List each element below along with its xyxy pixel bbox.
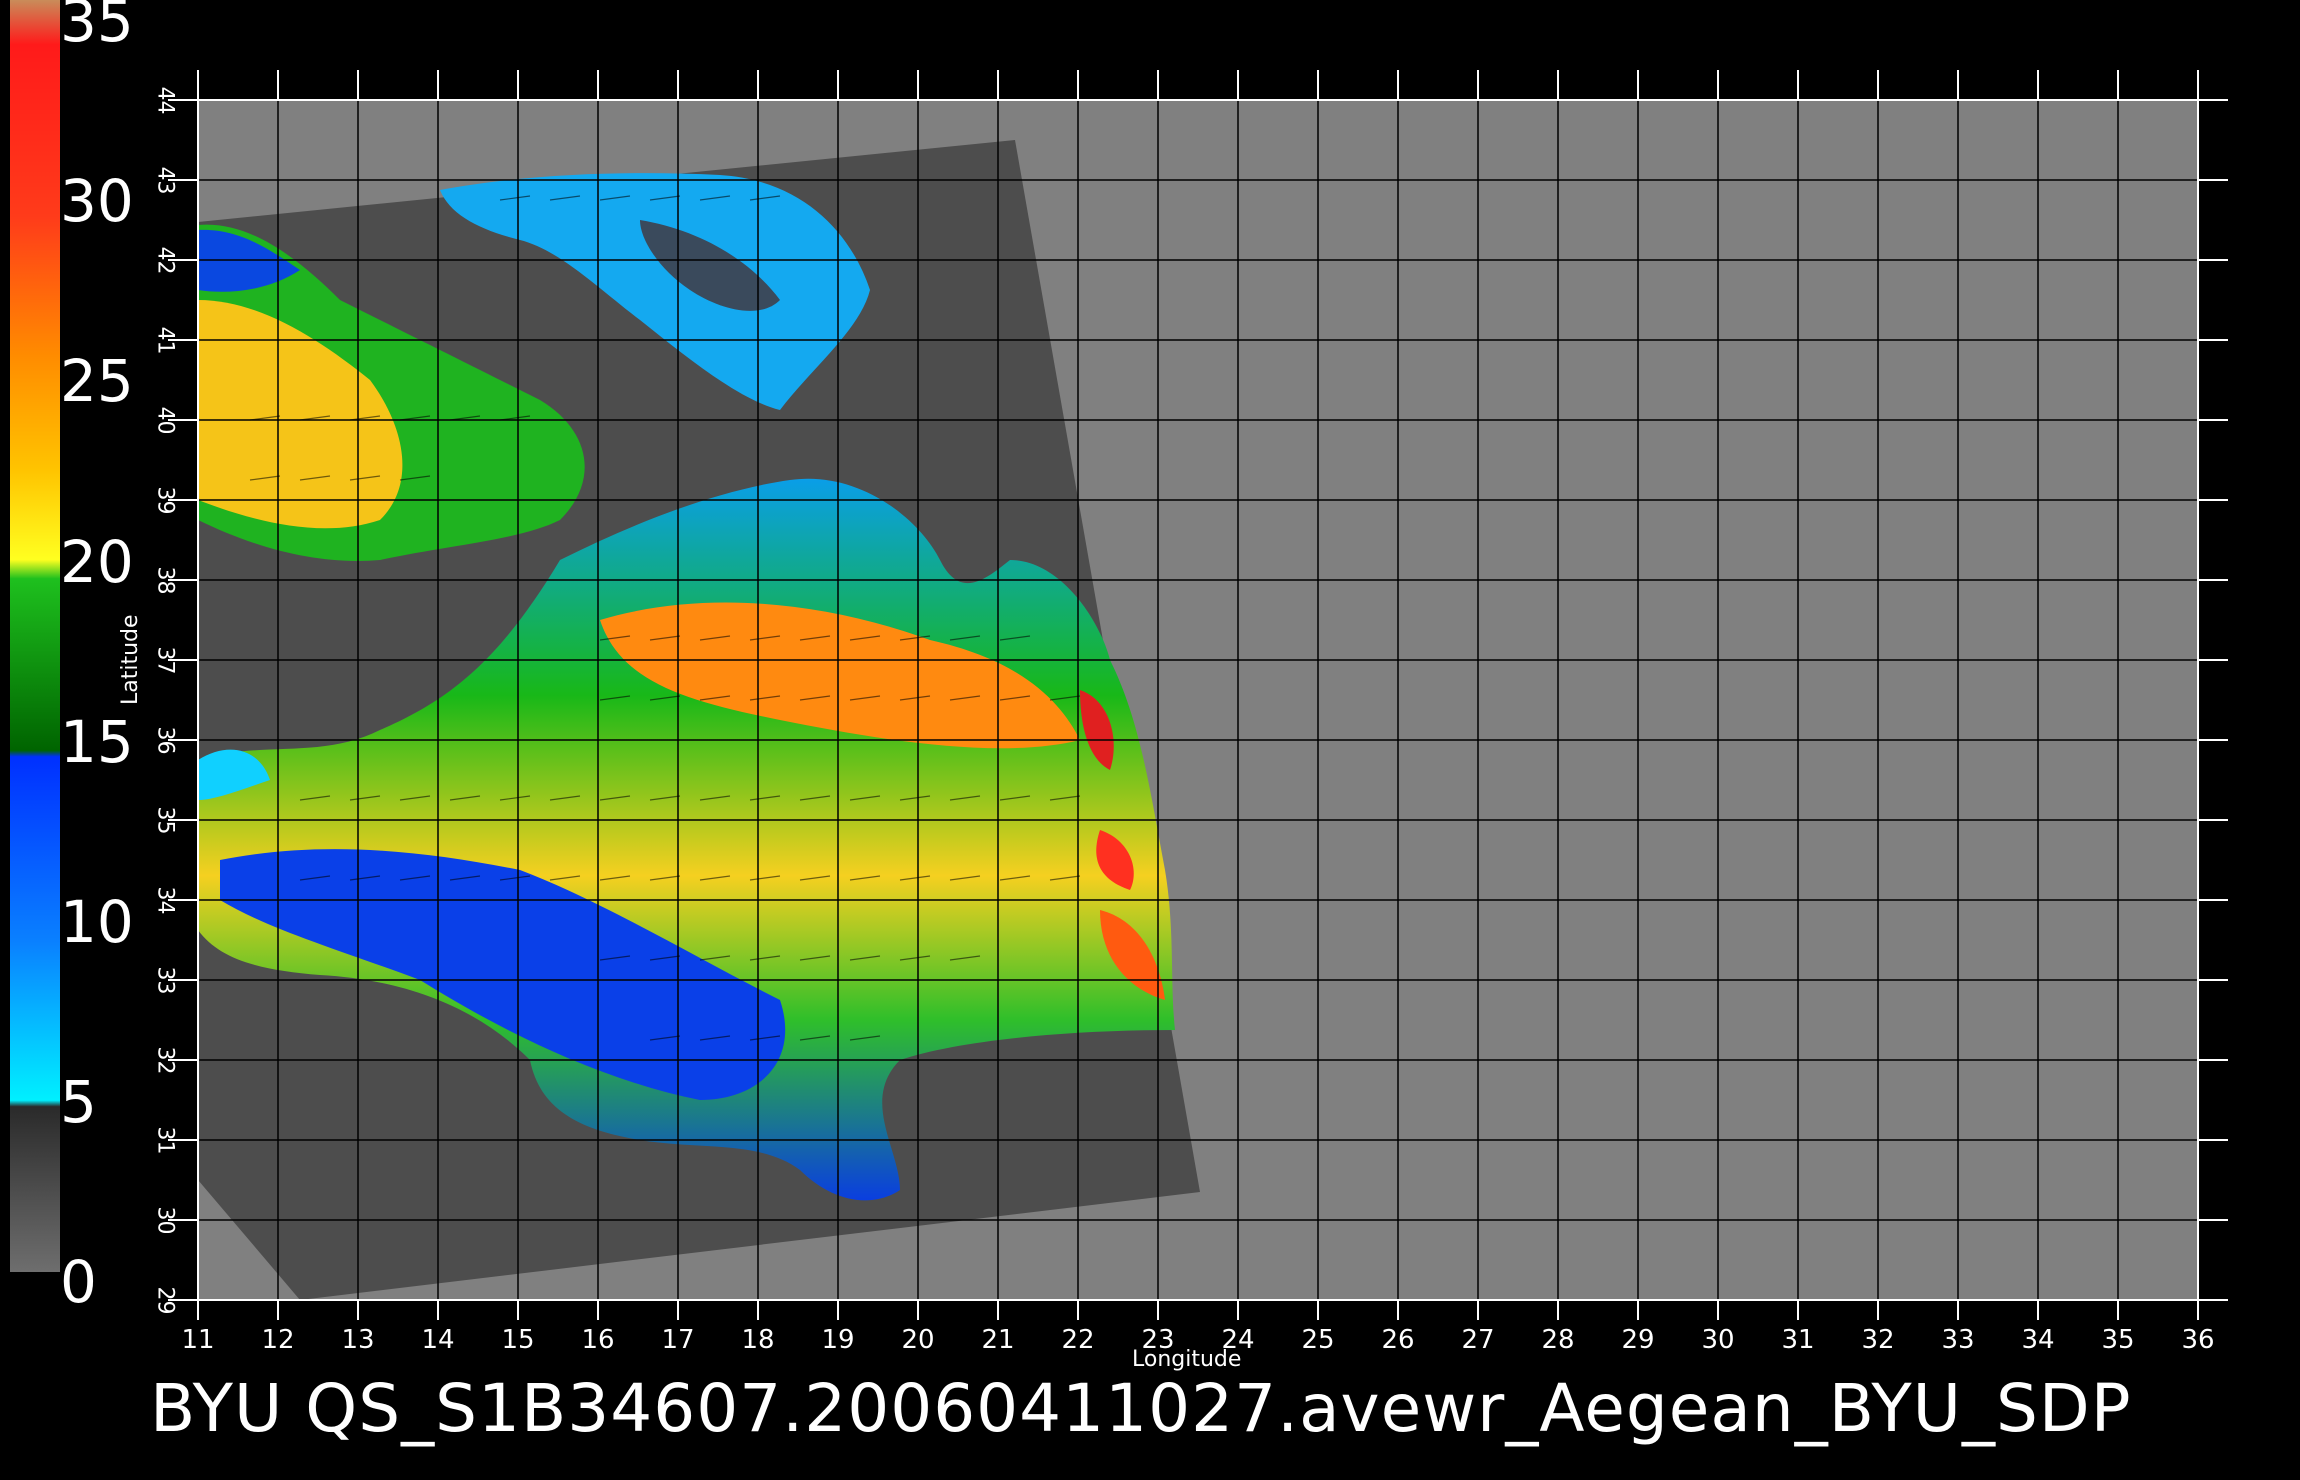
colorbar-label-20: 20 bbox=[60, 528, 134, 596]
x-tick-label: 12 bbox=[261, 1325, 295, 1355]
colorbar-label-0: 0 bbox=[60, 1248, 97, 1316]
x-tick-label: 33 bbox=[1941, 1325, 1975, 1355]
y-tick-label: 32 bbox=[152, 1046, 178, 1075]
y-tick-label: 30 bbox=[152, 1206, 178, 1235]
x-tick-label: 25 bbox=[1301, 1325, 1335, 1355]
colorbar-label-30: 30 bbox=[60, 167, 134, 235]
y-tick-label: 35 bbox=[152, 806, 178, 835]
y-tick-label: 42 bbox=[152, 246, 178, 275]
y-tick-label: 41 bbox=[152, 326, 178, 355]
x-tick-label: 24 bbox=[1221, 1325, 1255, 1355]
y-axis-label: Latitude bbox=[118, 614, 143, 705]
x-tick-label: 32 bbox=[1861, 1325, 1895, 1355]
x-tick-label: 27 bbox=[1461, 1325, 1495, 1355]
x-tick-label: 22 bbox=[1061, 1325, 1095, 1355]
x-tick-label: 31 bbox=[1781, 1325, 1815, 1355]
colorbar-label-10: 10 bbox=[60, 888, 134, 956]
y-tick-label: 39 bbox=[152, 486, 178, 515]
x-tick-label: 26 bbox=[1381, 1325, 1415, 1355]
y-tick-label: 33 bbox=[152, 966, 178, 995]
colorbar-label-15: 15 bbox=[60, 708, 134, 776]
colorbar bbox=[10, 0, 60, 1272]
x-tick-label: 19 bbox=[821, 1325, 855, 1355]
x-tick-label: 18 bbox=[741, 1325, 775, 1355]
x-tick-label: 36 bbox=[2181, 1325, 2215, 1355]
y-tick-label: 43 bbox=[152, 166, 178, 195]
x-tick-label: 11 bbox=[181, 1325, 215, 1355]
map-scene bbox=[10, 0, 2228, 1320]
x-tick-label: 28 bbox=[1541, 1325, 1575, 1355]
x-tick-label: 15 bbox=[501, 1325, 535, 1355]
x-tick-label: 23 bbox=[1141, 1325, 1175, 1355]
y-tick-label: 37 bbox=[152, 646, 178, 675]
y-tick-label: 34 bbox=[152, 886, 178, 915]
colorbar-label-5: 5 bbox=[60, 1068, 97, 1136]
image-caption: BYU QS_S1B34607.20060411027.avewr_Aegean… bbox=[150, 1370, 2132, 1447]
y-tick-label: 36 bbox=[152, 726, 178, 755]
x-tick-label: 34 bbox=[2021, 1325, 2055, 1355]
x-tick-label: 29 bbox=[1621, 1325, 1655, 1355]
x-tick-label: 14 bbox=[421, 1325, 455, 1355]
x-tick-label: 35 bbox=[2101, 1325, 2135, 1355]
y-tick-label: 31 bbox=[152, 1126, 178, 1155]
x-tick-label: 21 bbox=[981, 1325, 1015, 1355]
x-tick-label: 30 bbox=[1701, 1325, 1735, 1355]
x-tick-label: 20 bbox=[901, 1325, 935, 1355]
y-tick-label: 29 bbox=[152, 1286, 178, 1315]
x-tick-label: 16 bbox=[581, 1325, 615, 1355]
colorbar-label-35: 35 bbox=[60, 0, 134, 55]
y-tick-label: 40 bbox=[152, 406, 178, 435]
y-tick-label: 44 bbox=[152, 86, 178, 115]
x-tick-label: 17 bbox=[661, 1325, 695, 1355]
x-tick-label: 13 bbox=[341, 1325, 375, 1355]
colorbar-label-25: 25 bbox=[60, 347, 134, 415]
y-tick-label: 38 bbox=[152, 566, 178, 595]
